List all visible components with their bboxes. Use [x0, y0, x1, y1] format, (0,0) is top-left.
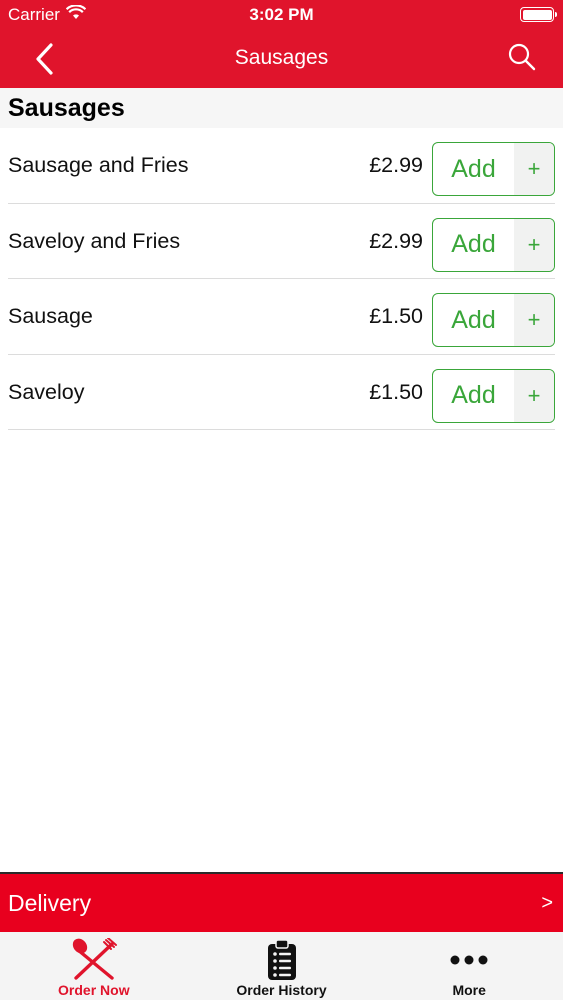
clipboard-icon: [188, 938, 376, 982]
status-bar: Carrier 3:02 PM: [0, 0, 563, 30]
menu-item: Sausage £1.50 Add +: [8, 279, 555, 355]
menu-list: Sausage and Fries £2.99 Add + Saveloy an…: [0, 128, 563, 430]
plus-icon: +: [514, 294, 554, 346]
menu-item: Saveloy £1.50 Add +: [8, 355, 555, 430]
battery-icon: [520, 7, 557, 22]
item-name: Sausage and Fries: [8, 153, 189, 177]
item-price: £2.99: [369, 228, 423, 253]
delivery-label: Delivery: [8, 890, 92, 916]
nav-title: Sausages: [234, 46, 329, 69]
item-price: £1.50: [369, 304, 423, 328]
add-label: Add: [451, 230, 496, 258]
fork-knife-icon: [0, 938, 188, 982]
navigation-bar: Sausages: [0, 30, 563, 88]
item-price: £1.50: [369, 379, 423, 404]
tab-more[interactable]: More: [375, 932, 563, 1000]
item-name: Sausage: [8, 304, 93, 328]
search-button[interactable]: [507, 42, 537, 72]
plus-icon: +: [514, 143, 554, 195]
menu-item: Saveloy and Fries £2.99 Add +: [8, 204, 555, 279]
search-icon: [508, 43, 536, 71]
item-price: £2.99: [369, 153, 423, 177]
add-label: Add: [451, 305, 496, 334]
plus-icon: +: [514, 218, 554, 271]
tab-order-now[interactable]: Order Now: [0, 932, 188, 1000]
item-name: Saveloy and Fries: [8, 228, 181, 253]
add-button[interactable]: Add +: [432, 368, 555, 423]
add-label: Add: [451, 381, 496, 409]
tab-label: More: [452, 982, 486, 998]
delivery-bar[interactable]: Delivery >: [0, 872, 563, 932]
menu-item: Sausage and Fries £2.99 Add +: [8, 128, 555, 204]
item-name: Saveloy: [8, 379, 85, 404]
chevron-right-icon: >: [541, 892, 553, 914]
status-time: 3:02 PM: [249, 5, 314, 24]
battery-level: [522, 9, 552, 20]
add-button[interactable]: Add +: [432, 217, 555, 272]
tab-label: Order Now: [58, 982, 130, 998]
add-button[interactable]: Add +: [432, 142, 555, 196]
plus-icon: +: [514, 369, 554, 422]
app-header: Carrier 3:02 PM Sausages: [0, 0, 563, 88]
section-header: Sausages: [0, 88, 563, 128]
tab-order-history[interactable]: Order History: [188, 932, 376, 1000]
tab-label: Order History: [236, 982, 327, 998]
add-label: Add: [451, 154, 496, 183]
more-dots-icon: [375, 938, 563, 982]
add-button[interactable]: Add +: [432, 293, 555, 347]
tab-bar: Order Now Order History More: [0, 932, 563, 1000]
